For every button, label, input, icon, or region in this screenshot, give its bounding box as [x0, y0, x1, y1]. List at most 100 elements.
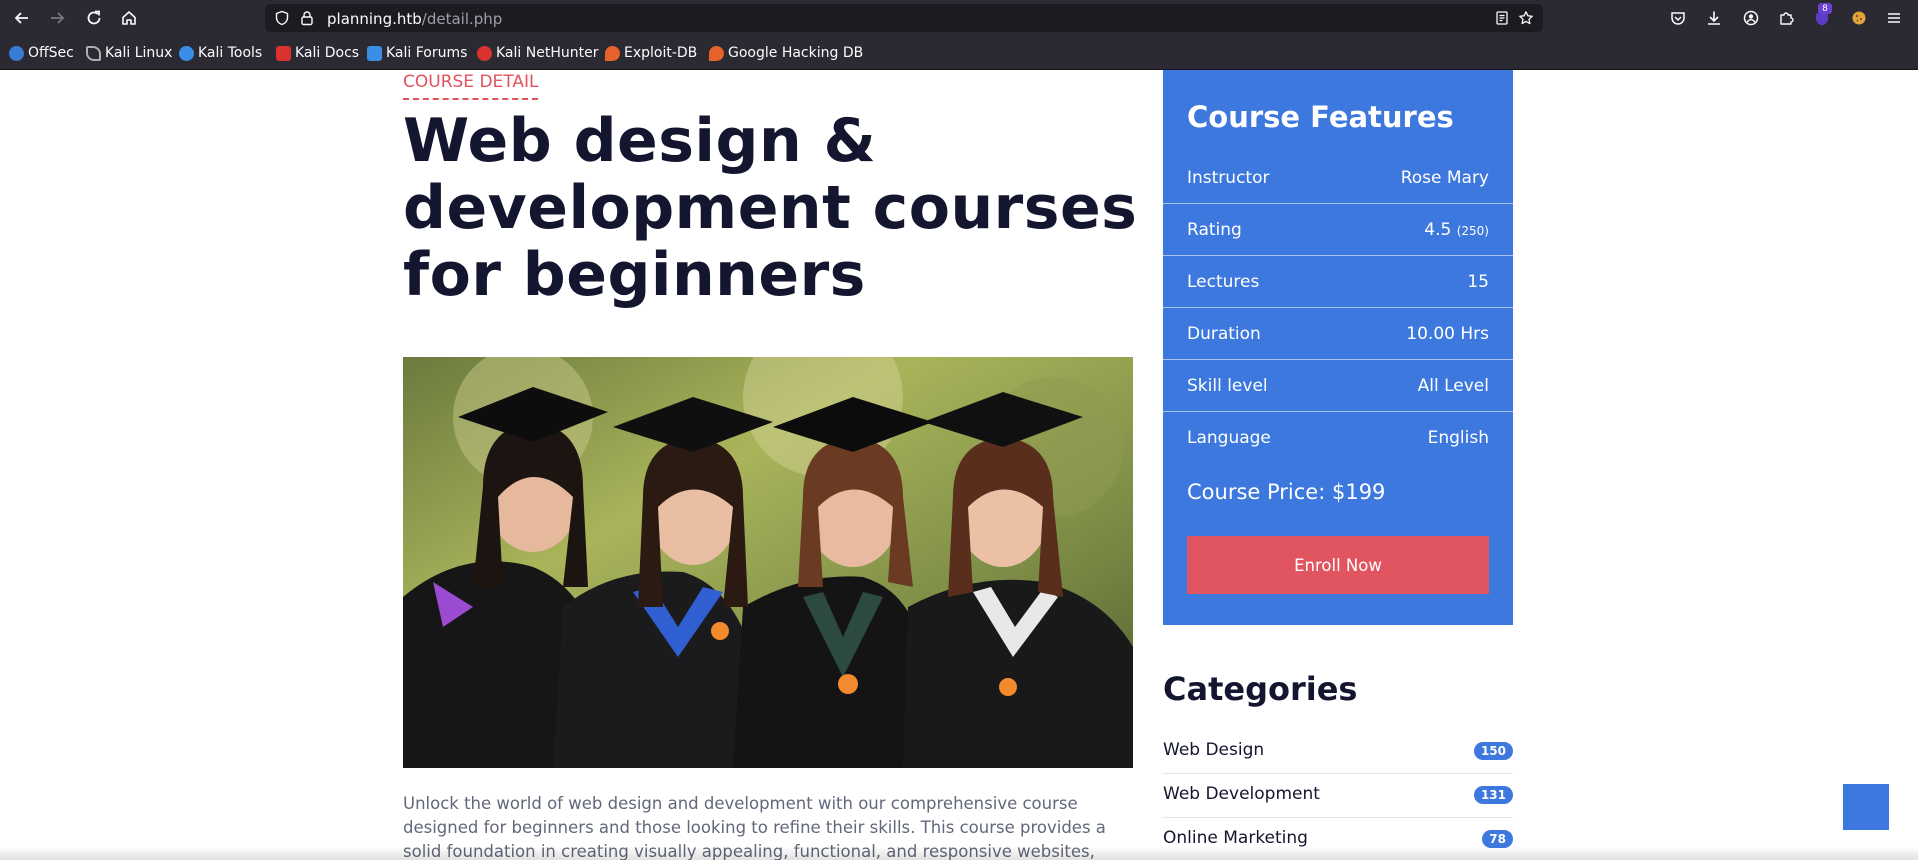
bookmark-label: Kali Linux: [105, 45, 173, 61]
enroll-now-button[interactable]: Enroll Now: [1187, 536, 1489, 594]
feature-value: English: [1428, 428, 1489, 448]
course-price: Course Price: $199: [1187, 480, 1386, 504]
exploit-db-icon: [605, 45, 620, 61]
url-host: planning.htb: [327, 10, 422, 28]
bookmark-kali-docs[interactable]: Kali Docs: [276, 44, 359, 62]
category-label[interactable]: Online Marketing: [1163, 828, 1308, 848]
bookmark-exploit-db[interactable]: Exploit-DB: [605, 44, 697, 62]
forward-arrow-icon: [51, 12, 65, 24]
rating-count: (250): [1456, 224, 1489, 238]
feature-label: Lectures: [1187, 272, 1260, 292]
category-label[interactable]: Web Development: [1163, 784, 1320, 804]
back-arrow-icon: [14, 12, 28, 24]
menu-button[interactable]: [1880, 4, 1908, 32]
feature-label: Language: [1187, 428, 1271, 448]
bookmark-label: Kali Forums: [386, 45, 468, 61]
forward-button[interactable]: [43, 4, 71, 32]
kali-forums-icon: [367, 45, 382, 61]
feature-value: All Level: [1418, 376, 1489, 396]
kali-tools-icon: [179, 45, 194, 61]
offsec-icon: [9, 45, 24, 61]
rating-value: 4.5: [1424, 220, 1452, 240]
categories-title: Categories: [1163, 670, 1358, 708]
category-count-badge: 78: [1482, 830, 1513, 848]
bookmark-label: OffSec: [28, 45, 74, 61]
bookmark-label: Kali NetHunter: [496, 45, 599, 61]
bookmark-star-icon[interactable]: [1517, 9, 1535, 27]
back-to-top-button[interactable]: [1843, 784, 1889, 830]
bookmark-label: Kali Docs: [295, 45, 360, 61]
feature-label: Rating: [1187, 220, 1242, 240]
section-eyebrow: COURSE DETAIL: [403, 72, 539, 100]
category-item-online-marketing[interactable]: Online Marketing 78: [1163, 818, 1513, 860]
feature-row-language: Language English: [1163, 412, 1513, 464]
extensions-button[interactable]: [1772, 4, 1800, 32]
feature-row-rating: Rating 4.5 (250): [1163, 204, 1513, 256]
category-item-web-development[interactable]: Web Development 131: [1163, 774, 1513, 818]
bookmark-google-hacking-db[interactable]: Google Hacking DB: [709, 44, 863, 62]
url-text[interactable]: planning.htb/detail.php: [327, 10, 502, 28]
feature-label: Skill level: [1187, 376, 1268, 396]
feature-value-text: 10.00 Hrs: [1406, 324, 1489, 344]
pocket-icon: [1671, 12, 1685, 25]
kali-nethunter-icon: [477, 45, 492, 61]
bookmark-kali-tools[interactable]: Kali Tools: [179, 44, 262, 62]
feature-label: Duration: [1187, 324, 1261, 344]
feature-value: Rose Mary: [1401, 168, 1489, 188]
features-title: Course Features: [1187, 100, 1454, 134]
category-count-badge: 150: [1473, 742, 1513, 760]
feature-row-lectures: Lectures 15: [1163, 256, 1513, 308]
feature-value: 4.5 (250): [1424, 220, 1489, 240]
feature-value-text: All Level: [1417, 376, 1489, 396]
extension-badge: 8: [1818, 3, 1832, 14]
home-button[interactable]: [115, 4, 143, 32]
course-title: Web design & development courses for beg…: [403, 106, 1138, 310]
kali-docs-icon: [276, 45, 291, 61]
feature-row-instructor: Instructor Rose Mary: [1163, 152, 1513, 204]
page-viewport: COURSE DETAIL Web design & development c…: [0, 70, 1918, 860]
puzzle-icon: [1780, 12, 1794, 25]
reload-button[interactable]: [80, 4, 108, 32]
hamburger-menu-icon: [1888, 13, 1900, 23]
course-hero-image: [403, 357, 1133, 768]
bookmark-offsec[interactable]: OffSec: [9, 44, 74, 62]
feature-value-text: Rose Mary: [1400, 168, 1489, 188]
lock-icon[interactable]: [298, 9, 316, 27]
download-icon: [1708, 11, 1720, 25]
bookmarks-toolbar: OffSec Kali Linux Kali Tools Kali Docs K…: [0, 36, 1918, 70]
pocket-button[interactable]: [1664, 4, 1692, 32]
course-features-panel: Course Features Instructor Rose Mary Rat…: [1163, 70, 1513, 625]
category-count-badge: 131: [1473, 786, 1513, 804]
bookmark-label: Google Hacking DB: [728, 45, 864, 61]
feature-value: 10.00 Hrs: [1406, 324, 1489, 344]
cookie-icon: [1852, 11, 1866, 25]
bookmark-label: Kali Tools: [198, 45, 263, 61]
feature-value-text: English: [1427, 428, 1489, 448]
reader-view-icon[interactable]: [1493, 9, 1511, 27]
account-icon: [1743, 10, 1759, 26]
tracking-shield-icon[interactable]: [273, 9, 291, 27]
bookmark-kali-forums[interactable]: Kali Forums: [367, 44, 467, 62]
bookmark-kali-linux[interactable]: Kali Linux: [86, 44, 172, 62]
category-item-web-design[interactable]: Web Design 150: [1163, 730, 1513, 774]
ghdb-icon: [709, 45, 724, 61]
address-bar[interactable]: planning.htb/detail.php: [265, 4, 1543, 32]
browser-toolbar: planning.htb/detail.php 8: [0, 0, 1918, 36]
url-path: /detail.php: [421, 10, 503, 28]
account-button[interactable]: [1737, 4, 1765, 32]
feature-row-duration: Duration 10.00 Hrs: [1163, 308, 1513, 360]
cookie-extension-button[interactable]: [1845, 4, 1873, 32]
downloads-button[interactable]: [1700, 4, 1728, 32]
feature-row-skill-level: Skill level All Level: [1163, 360, 1513, 412]
feature-label: Instructor: [1187, 168, 1270, 188]
category-label[interactable]: Web Design: [1163, 740, 1264, 760]
bookmark-kali-nethunter[interactable]: Kali NetHunter: [477, 44, 598, 62]
course-description: Unlock the world of web design and devel…: [403, 794, 1106, 860]
feature-value-text: 15: [1467, 272, 1489, 292]
feature-value: 15: [1467, 272, 1489, 292]
kali-dragon-icon: [86, 45, 101, 61]
home-icon: [122, 11, 136, 25]
bookmark-label: Exploit-DB: [624, 45, 698, 61]
reload-icon: [87, 10, 101, 25]
back-button[interactable]: [8, 4, 36, 32]
